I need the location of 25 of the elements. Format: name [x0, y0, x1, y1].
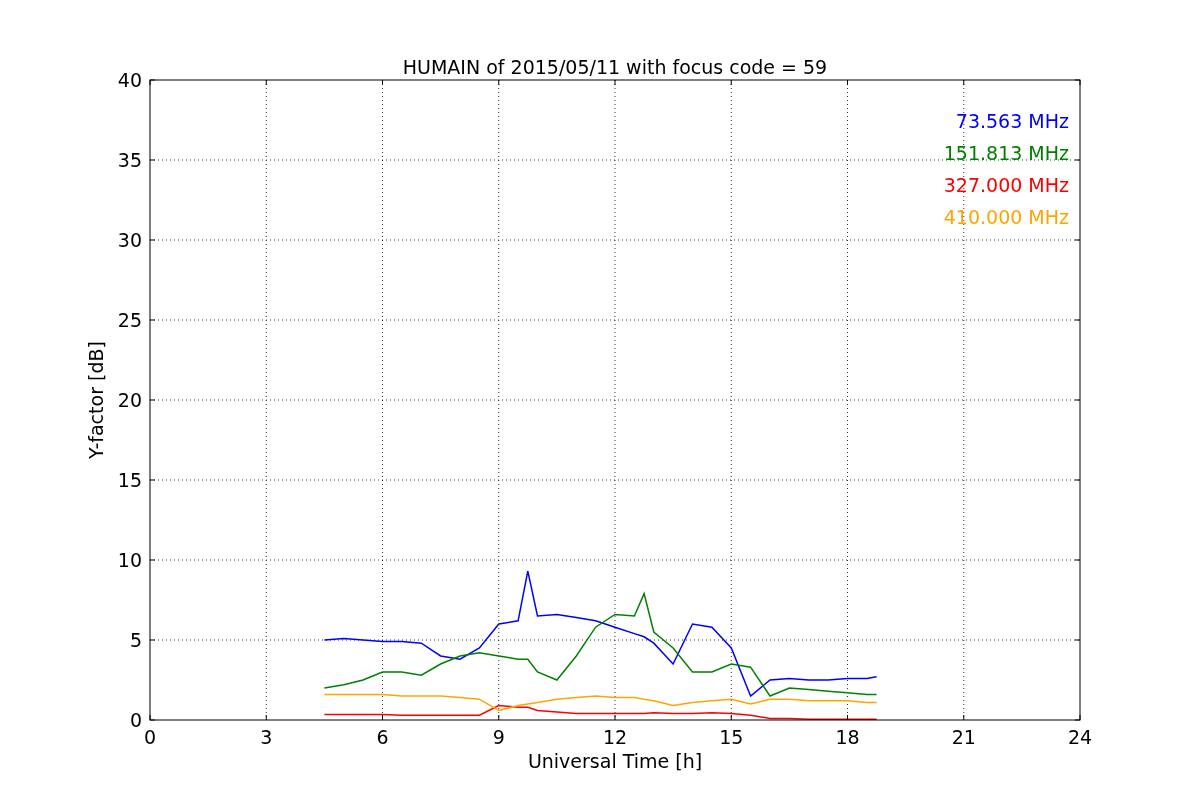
- y-tick-label: 40: [117, 69, 142, 91]
- x-axis-label: Universal Time [h]: [527, 750, 703, 772]
- chart-title: HUMAIN of 2015/05/11 with focus code = 59: [402, 56, 828, 78]
- y-tick-label: 25: [117, 309, 142, 331]
- y-tick-label: 35: [117, 149, 142, 171]
- legend-label: 73.563 MHz: [955, 110, 1069, 132]
- x-tick-label: 24: [1067, 726, 1093, 748]
- y-axis-label: Y-factor [dB]: [85, 341, 107, 459]
- x-tick-label: 21: [951, 726, 976, 748]
- y-tick-label: 30: [117, 229, 142, 251]
- x-tick-label: 12: [602, 726, 628, 748]
- y-tick-label: 20: [117, 389, 142, 411]
- y-tick-label: 5: [129, 629, 142, 651]
- x-tick-label: 0: [143, 726, 157, 748]
- y-tick-label: 10: [117, 549, 142, 571]
- legend-label: 327.000 MHz: [943, 174, 1069, 196]
- legend-label: 151.813 MHz: [943, 142, 1069, 164]
- x-tick-label: 9: [492, 726, 505, 748]
- x-tick-label: 6: [376, 726, 389, 748]
- x-tick-label: 3: [260, 726, 273, 748]
- y-tick-label: 15: [117, 469, 142, 491]
- x-tick-label: 15: [719, 726, 744, 748]
- legend-label: 410.000 MHz: [943, 206, 1069, 228]
- x-tick-label: 18: [835, 726, 860, 748]
- y-tick-label: 0: [129, 709, 142, 731]
